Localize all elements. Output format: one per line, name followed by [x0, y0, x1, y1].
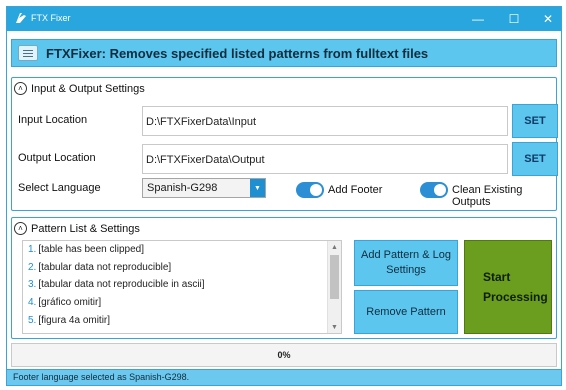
- select-language-label: Select Language: [18, 182, 101, 194]
- io-settings-title: Input & Output Settings: [31, 82, 145, 95]
- app-logo-icon: [16, 13, 26, 23]
- list-item-number: 5.: [28, 314, 37, 326]
- toggle-knob: [434, 184, 446, 196]
- app-heading: FTXFixer: Removes specified listed patte…: [46, 46, 429, 61]
- app-window: FTX Fixer — ☐ ✕ FTXFixer: Removes specif…: [6, 6, 562, 386]
- scroll-up-icon[interactable]: ▲: [328, 241, 341, 253]
- minimize-button[interactable]: —: [461, 7, 495, 31]
- list-item[interactable]: 3. [tabular data not reproducible in asci…: [23, 276, 341, 294]
- start-processing-button[interactable]: Start Processing: [464, 240, 552, 334]
- chevron-down-icon[interactable]: ▼: [250, 179, 265, 197]
- remove-pattern-button[interactable]: Remove Pattern: [354, 290, 458, 334]
- close-button[interactable]: ✕: [531, 7, 565, 31]
- clean-outputs-toggle[interactable]: [420, 182, 448, 198]
- toggle-knob: [310, 184, 322, 196]
- language-select[interactable]: Spanish-G298 ▼: [142, 178, 266, 198]
- list-item-number: 3.: [28, 279, 37, 291]
- io-settings-header[interactable]: ˄ Input & Output Settings: [14, 82, 145, 95]
- add-pattern-button[interactable]: Add Pattern & Log Settings: [354, 240, 458, 286]
- status-text: Footer language selected as Spanish-G298…: [13, 372, 190, 382]
- menu-icon[interactable]: [18, 45, 38, 61]
- list-item-text: [table has been clipped]: [38, 244, 144, 256]
- remove-pattern-label: Remove Pattern: [366, 305, 446, 318]
- list-item-text: [gráfico omitir]: [38, 297, 102, 309]
- pattern-settings-group: ˄ Pattern List & Settings 1. [table has b…: [11, 217, 557, 339]
- progress-text: 0%: [277, 350, 291, 360]
- list-item[interactable]: 4. [gráfico omitir]: [23, 294, 341, 312]
- list-item-text: [figura 4a omitir]: [38, 314, 111, 326]
- start-label-line2: Processing: [483, 290, 548, 304]
- output-location-label: Output Location: [18, 152, 96, 164]
- clean-outputs-label: Clean Existing Outputs: [452, 184, 523, 208]
- start-label-line1: Start: [483, 270, 511, 284]
- set-input-button[interactable]: SET: [512, 104, 558, 138]
- pattern-list[interactable]: 1. [table has been clipped] 2. [tabular da…: [22, 240, 342, 334]
- io-settings-group: ˄ Input & Output Settings Input Location…: [11, 77, 558, 211]
- add-footer-toggle[interactable]: [296, 182, 324, 198]
- set-output-button[interactable]: SET: [512, 142, 558, 176]
- list-item[interactable]: 5. [figura 4a omitir]: [23, 311, 341, 329]
- list-item-text: [tabular data not reproducible]: [38, 261, 172, 273]
- list-item[interactable]: 1. [table has been clipped]: [23, 241, 341, 259]
- collapse-up-icon[interactable]: ˄: [14, 222, 27, 235]
- vertical-scrollbar[interactable]: ▲ ▼: [327, 241, 341, 333]
- maximize-button[interactable]: ☐: [497, 7, 531, 31]
- list-item-number: 2.: [28, 261, 37, 273]
- list-item-text: [tabular data not reproducible in ascii]: [38, 279, 205, 291]
- language-select-value: Spanish-G298: [147, 182, 218, 194]
- add-footer-label: Add Footer: [328, 184, 383, 196]
- list-item-number: 1.: [28, 244, 37, 256]
- window-title: FTX Fixer: [31, 13, 71, 23]
- output-location-field[interactable]: D:\FTXFixerData\Output: [142, 144, 508, 174]
- progress-bar: 0%: [11, 343, 557, 367]
- collapse-up-icon[interactable]: ˄: [14, 82, 27, 95]
- list-item[interactable]: 2. [tabular data not reproducible]: [23, 259, 341, 277]
- scroll-down-icon[interactable]: ▼: [328, 321, 341, 333]
- input-location-field[interactable]: D:\FTXFixerData\Input: [142, 106, 508, 136]
- add-pattern-label: Add Pattern & Log Settings: [361, 249, 451, 276]
- list-item-number: 4.: [28, 297, 37, 309]
- pattern-settings-title: Pattern List & Settings: [31, 222, 140, 235]
- header-banner: FTXFixer: Removes specified listed patte…: [11, 39, 557, 67]
- title-bar: FTX Fixer — ☐ ✕: [7, 7, 561, 31]
- scroll-thumb[interactable]: [330, 255, 339, 299]
- pattern-settings-header[interactable]: ˄ Pattern List & Settings: [14, 222, 140, 235]
- input-location-label: Input Location: [18, 114, 88, 126]
- status-bar: Footer language selected as Spanish-G298…: [7, 369, 561, 385]
